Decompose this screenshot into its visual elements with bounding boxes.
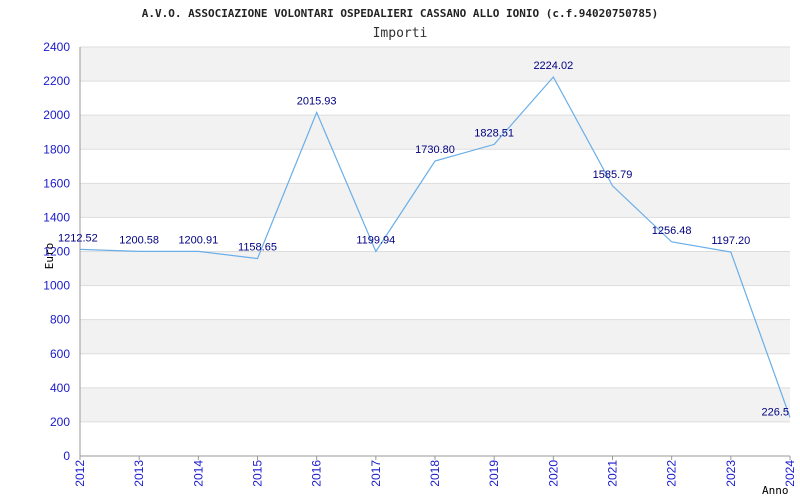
plot-band [80, 353, 790, 388]
y-axis-label: Euro [43, 243, 56, 270]
data-label: 1200.91 [178, 234, 218, 246]
plot-band [80, 47, 790, 82]
x-tick-label: 2017 [369, 460, 383, 487]
y-tick-label: 1600 [43, 176, 70, 190]
plot-band [80, 387, 790, 422]
x-tick-label: 2023 [724, 460, 738, 487]
x-tick-label: 2016 [310, 460, 324, 487]
plot-band [80, 319, 790, 354]
plot-band [80, 421, 790, 456]
data-label: 1158.65 [238, 242, 277, 254]
data-label: 1585.79 [593, 169, 633, 181]
data-label: 1199.94 [356, 235, 395, 247]
x-tick-label: 2021 [606, 460, 620, 487]
data-label: 226.5 [761, 406, 789, 418]
y-tick-label: 1800 [43, 142, 70, 156]
y-tick-label: 200 [50, 415, 70, 429]
data-label: 1197.20 [711, 235, 750, 247]
data-label: 1730.80 [415, 144, 455, 156]
x-tick-label: 2015 [251, 460, 265, 487]
data-label: 1212.52 [58, 232, 98, 244]
x-tick-label: 2022 [665, 460, 679, 487]
x-tick-label: 2012 [73, 460, 87, 487]
y-tick-label: 1000 [43, 279, 70, 293]
y-tick-label: 1400 [43, 210, 70, 224]
data-label: 1200.58 [119, 234, 159, 246]
plot-band [80, 183, 790, 218]
data-label: 2224.02 [533, 60, 573, 72]
x-tick-labels: 2012 2013 2014 2015 2016 2017 2018 2019 2020 2021… [73, 456, 797, 487]
y-tick-label: 600 [50, 347, 70, 361]
chart-subtitle: Importi [373, 26, 428, 41]
y-tick-label: 2000 [43, 108, 70, 122]
y-tick-label: 400 [50, 381, 70, 395]
x-tick-label: 2013 [132, 460, 146, 487]
data-label: 1256.48 [652, 225, 692, 237]
x-tick-label: 2020 [546, 460, 560, 487]
plot-band [80, 81, 790, 116]
y-tick-label: 2200 [43, 74, 70, 88]
plot-band [80, 251, 790, 286]
chart-title: A.V.O. ASSOCIAZIONE VOLONTARI OSPEDALIER… [142, 7, 659, 20]
x-tick-label: 2019 [487, 460, 501, 487]
line-chart: 0200400600800100012001400160018002000220… [43, 7, 797, 497]
y-tick-label: 800 [50, 313, 70, 327]
x-axis-label: Anno [762, 484, 789, 497]
y-tick-label: 0 [63, 449, 70, 463]
y-tick-label: 2400 [43, 40, 70, 54]
x-tick-label: 2024 [783, 460, 797, 487]
data-label: 2015.93 [297, 95, 337, 107]
x-tick-label: 2014 [191, 460, 205, 487]
x-tick-label: 2018 [428, 460, 442, 487]
plot-band [80, 285, 790, 320]
data-label: 1828.51 [474, 127, 514, 139]
